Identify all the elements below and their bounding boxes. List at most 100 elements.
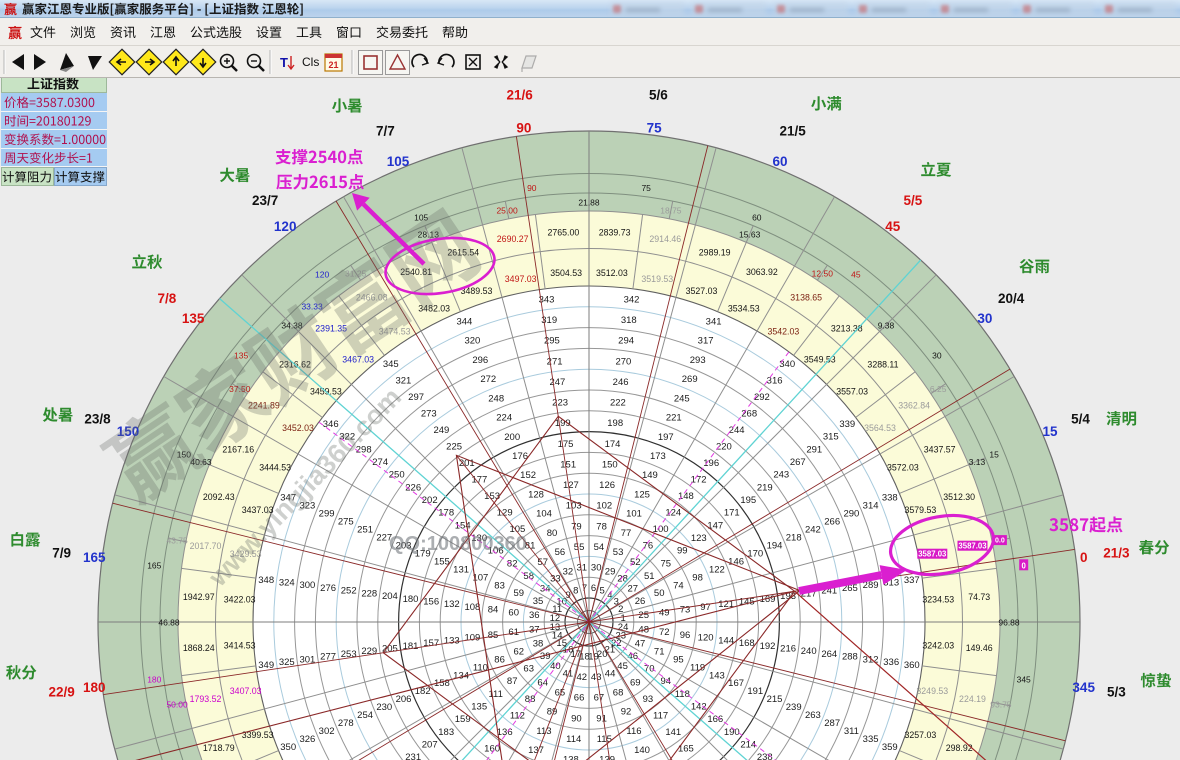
svg-text:3497.03: 3497.03 [505,274,537,284]
svg-text:181: 181 [403,641,419,652]
svg-text:190: 190 [724,727,740,738]
svg-text:15.63: 15.63 [739,230,761,240]
svg-text:90: 90 [527,183,537,193]
svg-text:102: 102 [596,501,612,512]
svg-text:23/7: 23/7 [252,193,278,208]
svg-text:75: 75 [647,120,663,135]
svg-text:183: 183 [438,727,454,738]
svg-text:345: 345 [1017,675,1031,685]
svg-text:276: 276 [320,583,336,594]
svg-text:2167.16: 2167.16 [222,445,254,455]
svg-text:45: 45 [851,270,861,280]
svg-text:149.46: 149.46 [966,643,993,653]
svg-text:7/7: 7/7 [376,124,395,139]
svg-text:29: 29 [605,566,616,577]
svg-text:344: 344 [456,317,472,328]
svg-text:180: 180 [83,680,106,695]
svg-text:120: 120 [698,633,714,644]
svg-text:195: 195 [740,495,756,506]
svg-text:198: 198 [607,418,623,429]
svg-text:251: 251 [357,525,373,536]
svg-text:342: 342 [624,295,640,306]
svg-text:105: 105 [387,154,410,169]
svg-text:128: 128 [528,489,544,500]
svg-text:50: 50 [654,588,665,599]
svg-text:26: 26 [635,596,646,607]
svg-text:3512.03: 3512.03 [596,268,628,278]
svg-text:270: 270 [615,356,631,367]
svg-text:214: 214 [740,740,756,751]
svg-text:267: 267 [790,457,806,468]
svg-text:7/9: 7/9 [52,546,71,561]
svg-text:157: 157 [423,638,439,649]
svg-text:53: 53 [613,547,624,558]
svg-text:314: 314 [863,501,879,512]
svg-text:38: 38 [533,638,544,649]
svg-text:90: 90 [571,713,582,724]
svg-text:294: 294 [618,336,634,347]
svg-text:242: 242 [805,525,821,536]
svg-text:5/6: 5/6 [649,88,668,103]
svg-text:339: 339 [839,419,855,430]
svg-text:112: 112 [510,711,525,722]
svg-text:350: 350 [280,742,296,753]
svg-text:60: 60 [508,607,519,618]
svg-text:125: 125 [634,489,650,500]
svg-text:192: 192 [760,641,776,652]
svg-text:41: 41 [563,668,574,679]
svg-text:3587.03: 3587.03 [958,542,987,551]
svg-text:77: 77 [621,528,632,539]
svg-text:360: 360 [904,660,920,671]
svg-text:101: 101 [626,509,642,520]
svg-text:239: 239 [786,702,802,713]
svg-text:71: 71 [654,646,665,657]
svg-text:296: 296 [472,355,488,366]
svg-text:30: 30 [977,311,992,326]
svg-text:3527.03: 3527.03 [686,286,718,296]
svg-text:96: 96 [680,630,691,641]
svg-text:8: 8 [573,586,578,597]
svg-text:115: 115 [597,734,612,745]
svg-text:36: 36 [529,610,540,621]
svg-text:117: 117 [653,711,668,722]
svg-text:88: 88 [525,694,536,705]
svg-text:290: 290 [843,509,859,520]
svg-text:191: 191 [747,686,763,697]
svg-text:3504.53: 3504.53 [550,268,582,278]
svg-text:49: 49 [659,607,670,618]
svg-text:178: 178 [438,508,454,519]
svg-text:83: 83 [494,580,505,591]
svg-text:271: 271 [547,356,563,367]
svg-text:21/3: 21/3 [1103,546,1130,561]
svg-text:92: 92 [621,707,632,718]
svg-text:3422.03: 3422.03 [224,595,256,605]
svg-text:2092.43: 2092.43 [203,492,235,502]
svg-text:5: 5 [600,586,605,597]
svg-text:336: 336 [883,657,899,668]
svg-text:297: 297 [408,392,424,403]
svg-text:3257.03: 3257.03 [904,730,936,740]
svg-text:154: 154 [455,520,471,531]
svg-text:74.73: 74.73 [968,592,990,602]
svg-text:3362.84: 3362.84 [898,400,930,410]
svg-text:252: 252 [341,586,357,597]
svg-text:291: 291 [806,444,822,455]
svg-text:222: 222 [610,398,626,409]
svg-text:50.00: 50.00 [166,699,188,709]
svg-text:338: 338 [882,493,898,504]
svg-text:346: 346 [323,419,339,430]
svg-text:223: 223 [552,398,568,409]
svg-text:133: 133 [444,635,460,646]
svg-text:109: 109 [464,633,480,644]
svg-text:T: T [280,55,288,70]
svg-text:240: 240 [801,646,817,657]
svg-text:12.50: 12.50 [812,268,834,278]
svg-text:96.88: 96.88 [998,618,1020,628]
svg-text:221: 221 [666,413,682,424]
svg-text:135: 135 [182,311,205,326]
svg-text:3557.03: 3557.03 [836,387,868,397]
svg-text:3.13: 3.13 [969,457,986,467]
svg-text:2989.19: 2989.19 [699,247,731,257]
svg-text:5/3: 5/3 [1107,684,1126,699]
svg-text:219: 219 [757,482,773,493]
